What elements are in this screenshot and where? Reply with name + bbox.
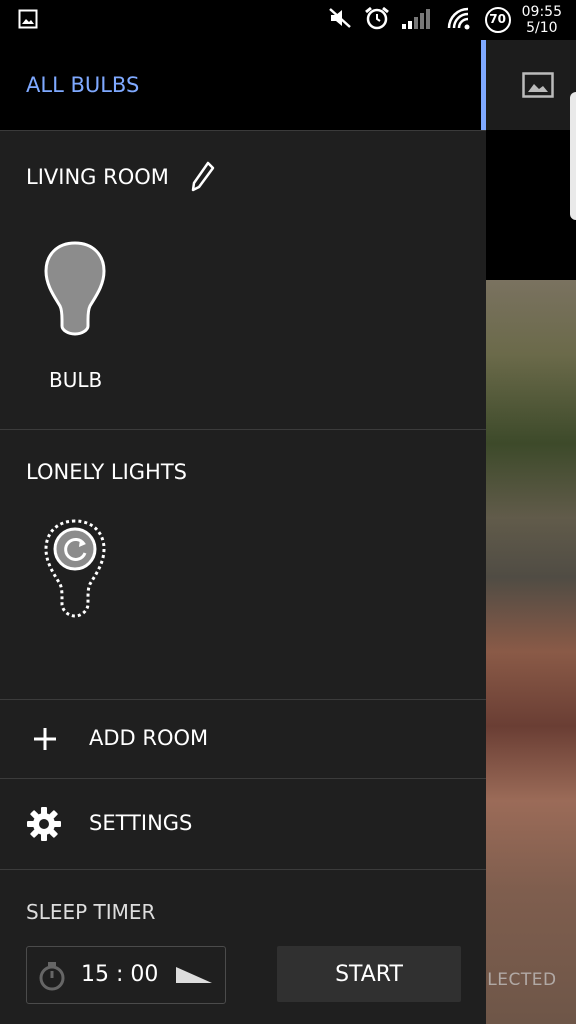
background-photo — [486, 280, 576, 1024]
edit-pencil-icon[interactable] — [190, 160, 216, 196]
all-bulbs-link[interactable]: ALL BULBS — [26, 73, 139, 97]
room-title-lonely-lights: LONELY LIGHTS — [26, 460, 187, 484]
background-app: ELECTED — [486, 40, 576, 1024]
add-room-button[interactable]: ADD ROOM — [0, 700, 486, 778]
selection-indicator — [481, 40, 486, 130]
battery-level: 70 — [489, 12, 506, 26]
status-bar: 70 09:55 5/10 — [0, 0, 576, 40]
drawer-header: ALL BULBS — [0, 40, 486, 131]
background-card — [570, 92, 576, 220]
bulb-search-icon[interactable] — [42, 518, 108, 624]
gear-icon — [26, 806, 62, 846]
volume-ramp-icon — [174, 965, 214, 989]
image-icon — [18, 9, 38, 33]
navigation-drawer: ALL BULBS LIVING ROOM BULB LONELY LIGHTS… — [0, 40, 486, 1024]
status-date: 5/10 — [526, 20, 558, 36]
background-selected-text: ELECTED — [486, 970, 557, 990]
sleep-timer-value: 15 : 00 — [81, 962, 159, 987]
settings-button[interactable]: SETTINGS — [0, 779, 486, 869]
plus-icon — [33, 727, 57, 755]
sleep-timer-picker[interactable]: 15 : 00 — [26, 946, 226, 1004]
gallery-icon[interactable] — [522, 72, 554, 102]
wifi-icon — [446, 6, 474, 34]
sleep-timer-title: SLEEP TIMER — [26, 900, 156, 924]
status-time: 09:55 — [521, 4, 562, 20]
settings-label: SETTINGS — [89, 811, 193, 835]
alarm-icon — [364, 6, 390, 34]
signal-icon — [400, 6, 436, 34]
background-toolbar — [486, 40, 576, 130]
room-title-living-room: LIVING ROOM — [26, 165, 169, 189]
add-room-label: ADD ROOM — [89, 726, 209, 750]
divider — [0, 869, 486, 870]
stopwatch-icon — [37, 961, 67, 995]
bulb-icon[interactable] — [42, 240, 108, 344]
start-timer-button[interactable]: START — [277, 946, 461, 1002]
bulb-label: BULB — [49, 368, 103, 392]
battery-icon: 70 — [484, 6, 512, 34]
mute-icon — [328, 7, 354, 33]
divider — [0, 429, 486, 430]
